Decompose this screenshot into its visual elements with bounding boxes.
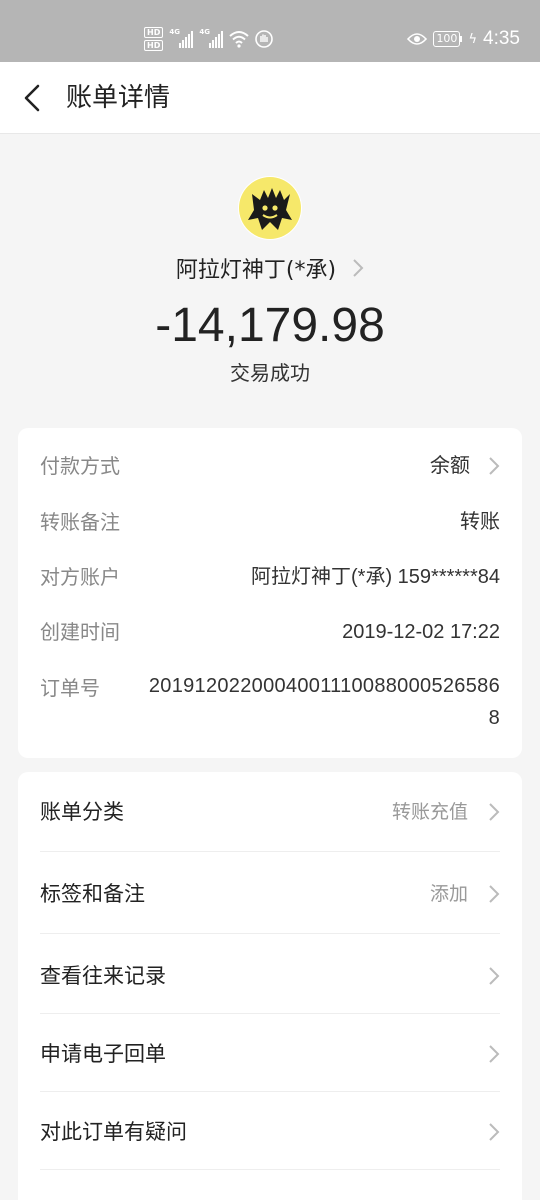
detail-row-created-time: 创建时间 2019-12-02 17:22	[40, 614, 500, 650]
status-right-icons: 100 ϟ 4:35	[407, 28, 520, 50]
detail-value: 阿拉灯神丁(*承) 159******84	[251, 566, 500, 588]
status-bar: HD HD 4G 4G 100 ϟ 4:35	[0, 0, 540, 62]
chevron-right-icon	[489, 803, 500, 821]
payee-link[interactable]: 阿拉灯神丁(*承)	[0, 248, 540, 288]
actions-card: 账单分类 转账充值 标签和备注 添加 查看往来记录 申请电子回单 对此订单有疑问	[18, 772, 522, 1200]
menu-item-e-receipt[interactable]: 申请电子回单	[40, 1014, 500, 1092]
hd-badge-2: HD	[144, 40, 164, 51]
detail-row-payment-method[interactable]: 付款方式 余额	[40, 448, 500, 484]
menu-item-order-question[interactable]: 对此订单有疑问	[40, 1092, 500, 1170]
battery-level: 100	[433, 31, 461, 47]
hd-badge-1: HD	[144, 27, 164, 38]
detail-value: 2019-12-02 17:22	[342, 621, 500, 643]
back-arrow-icon[interactable]	[18, 82, 48, 114]
detail-label: 付款方式	[40, 454, 120, 478]
eye-icon	[407, 33, 428, 45]
payee-name: 阿拉灯神丁(*承)	[175, 258, 337, 283]
nav-bar: 账单详情	[0, 62, 540, 134]
detail-label: 对方账户	[40, 565, 120, 589]
avatar-image	[239, 177, 301, 239]
menu-value: 转账充值	[391, 801, 468, 823]
menu-label: 申请电子回单	[40, 1042, 166, 1066]
detail-value: 转账	[460, 511, 500, 533]
page-title: 账单详情	[66, 83, 171, 113]
detail-label: 创建时间	[40, 620, 120, 644]
menu-label: 标签和备注	[40, 882, 145, 906]
transaction-status: 交易成功	[230, 361, 310, 385]
detail-label: 订单号	[40, 676, 100, 700]
order-number: 20191202200040011100880005265868	[148, 675, 500, 729]
detail-row-order-number: 订单号 20191202200040011100880005265868	[40, 670, 500, 738]
menu-value: 添加	[429, 883, 468, 905]
detail-row-remark: 转账备注 转账	[40, 504, 500, 540]
chevron-right-icon	[489, 457, 500, 475]
signal-label-1: 4G	[169, 28, 180, 36]
status-left-icons: HD HD 4G 4G	[144, 24, 274, 54]
details-card: 付款方式 余额 转账备注 转账 对方账户 阿拉灯神丁(*承) 159******…	[18, 428, 522, 758]
chevron-right-icon	[489, 885, 500, 903]
chevron-right-icon	[353, 259, 364, 277]
signal-label-2: 4G	[199, 28, 210, 36]
menu-item-bill-category[interactable]: 账单分类 转账充值	[40, 772, 500, 852]
menu-label: 账单分类	[40, 800, 124, 824]
battery-icon: 100	[433, 31, 463, 47]
menu-item-tags-notes[interactable]: 标签和备注 添加	[40, 854, 500, 934]
hd-icon: HD HD	[144, 27, 164, 51]
transaction-amount: -14,179.98	[155, 299, 385, 352]
detail-value: 余额	[430, 455, 470, 477]
avatar[interactable]	[238, 176, 302, 240]
chevron-right-icon	[489, 1045, 500, 1063]
detail-label: 转账备注	[40, 510, 120, 534]
status-time: 4:35	[483, 28, 520, 49]
signal-icon-2: 4G	[199, 28, 224, 48]
menu-label: 查看往来记录	[40, 964, 166, 988]
chevron-right-icon	[489, 967, 500, 985]
charging-icon: ϟ	[468, 31, 478, 47]
wifi-icon	[229, 31, 250, 48]
signal-icon: 4G	[169, 28, 194, 48]
menu-label: 对此订单有疑问	[40, 1120, 187, 1144]
chevron-right-icon	[489, 1123, 500, 1141]
detail-row-counterparty: 对方账户 阿拉灯神丁(*承) 159******84	[40, 559, 500, 595]
menu-item-history[interactable]: 查看往来记录	[40, 936, 500, 1014]
hand-icon	[255, 30, 274, 48]
